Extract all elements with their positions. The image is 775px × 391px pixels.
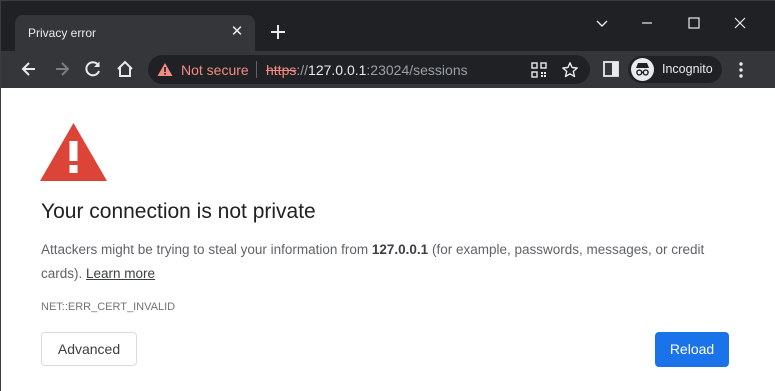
incognito-avatar — [631, 58, 654, 81]
chevron-down-icon[interactable] — [592, 13, 612, 33]
kebab-menu-icon[interactable] — [734, 60, 748, 80]
omnibox[interactable]: Not secure https://127.0.0.1:23024/sessi… — [148, 55, 590, 84]
url-text[interactable]: https://127.0.0.1:23024/sessions — [266, 62, 468, 78]
browser-window: Privacy error ✕ Not secure https://127.0… — [0, 0, 775, 391]
learn-more-link[interactable]: Learn more — [86, 266, 155, 281]
interstitial-page: Your connection is not private Attackers… — [1, 88, 775, 391]
qr-code-icon[interactable] — [530, 61, 548, 79]
url-path: :23024/sessions — [366, 62, 468, 78]
incognito-indicator[interactable]: Incognito — [628, 56, 722, 83]
tab-title: Privacy error — [28, 26, 97, 40]
arrow-right-icon[interactable] — [52, 59, 72, 79]
tab-privacy-error[interactable]: Privacy error ✕ — [15, 15, 255, 51]
side-panel-icon[interactable] — [602, 60, 620, 78]
url-host: 127.0.0.1 — [308, 62, 367, 78]
maximize-icon[interactable] — [684, 13, 704, 33]
incognito-label: Incognito — [662, 62, 713, 76]
star-icon[interactable] — [561, 61, 579, 79]
warning-triangle-icon — [40, 123, 107, 181]
divider — [256, 61, 257, 78]
description-host: 127.0.0.1 — [371, 242, 429, 257]
minimize-icon[interactable] — [637, 13, 657, 33]
close-icon[interactable]: ✕ — [229, 24, 245, 40]
reload-button[interactable]: Reload — [655, 332, 729, 367]
page-title: Your connection is not private — [41, 200, 316, 223]
description-text: Attackers might be trying to steal your … — [41, 242, 372, 257]
arrow-left-icon[interactable] — [19, 59, 39, 79]
plus-icon[interactable] — [267, 21, 289, 43]
window-close-icon[interactable] — [730, 13, 750, 33]
warning-triangle-icon[interactable] — [157, 62, 173, 77]
page-description: Attackers might be trying to steal your … — [41, 238, 731, 286]
url-separator: :// — [296, 62, 309, 78]
home-icon[interactable] — [115, 59, 135, 79]
security-status[interactable]: Not secure — [181, 62, 249, 78]
incognito-icon — [636, 63, 649, 76]
error-code[interactable]: NET::ERR_CERT_INVALID — [41, 301, 175, 313]
url-scheme: https — [266, 62, 297, 78]
advanced-button[interactable]: Advanced — [41, 332, 137, 366]
reload-icon[interactable] — [83, 59, 103, 79]
tab-strip: Privacy error ✕ — [1, 1, 775, 51]
